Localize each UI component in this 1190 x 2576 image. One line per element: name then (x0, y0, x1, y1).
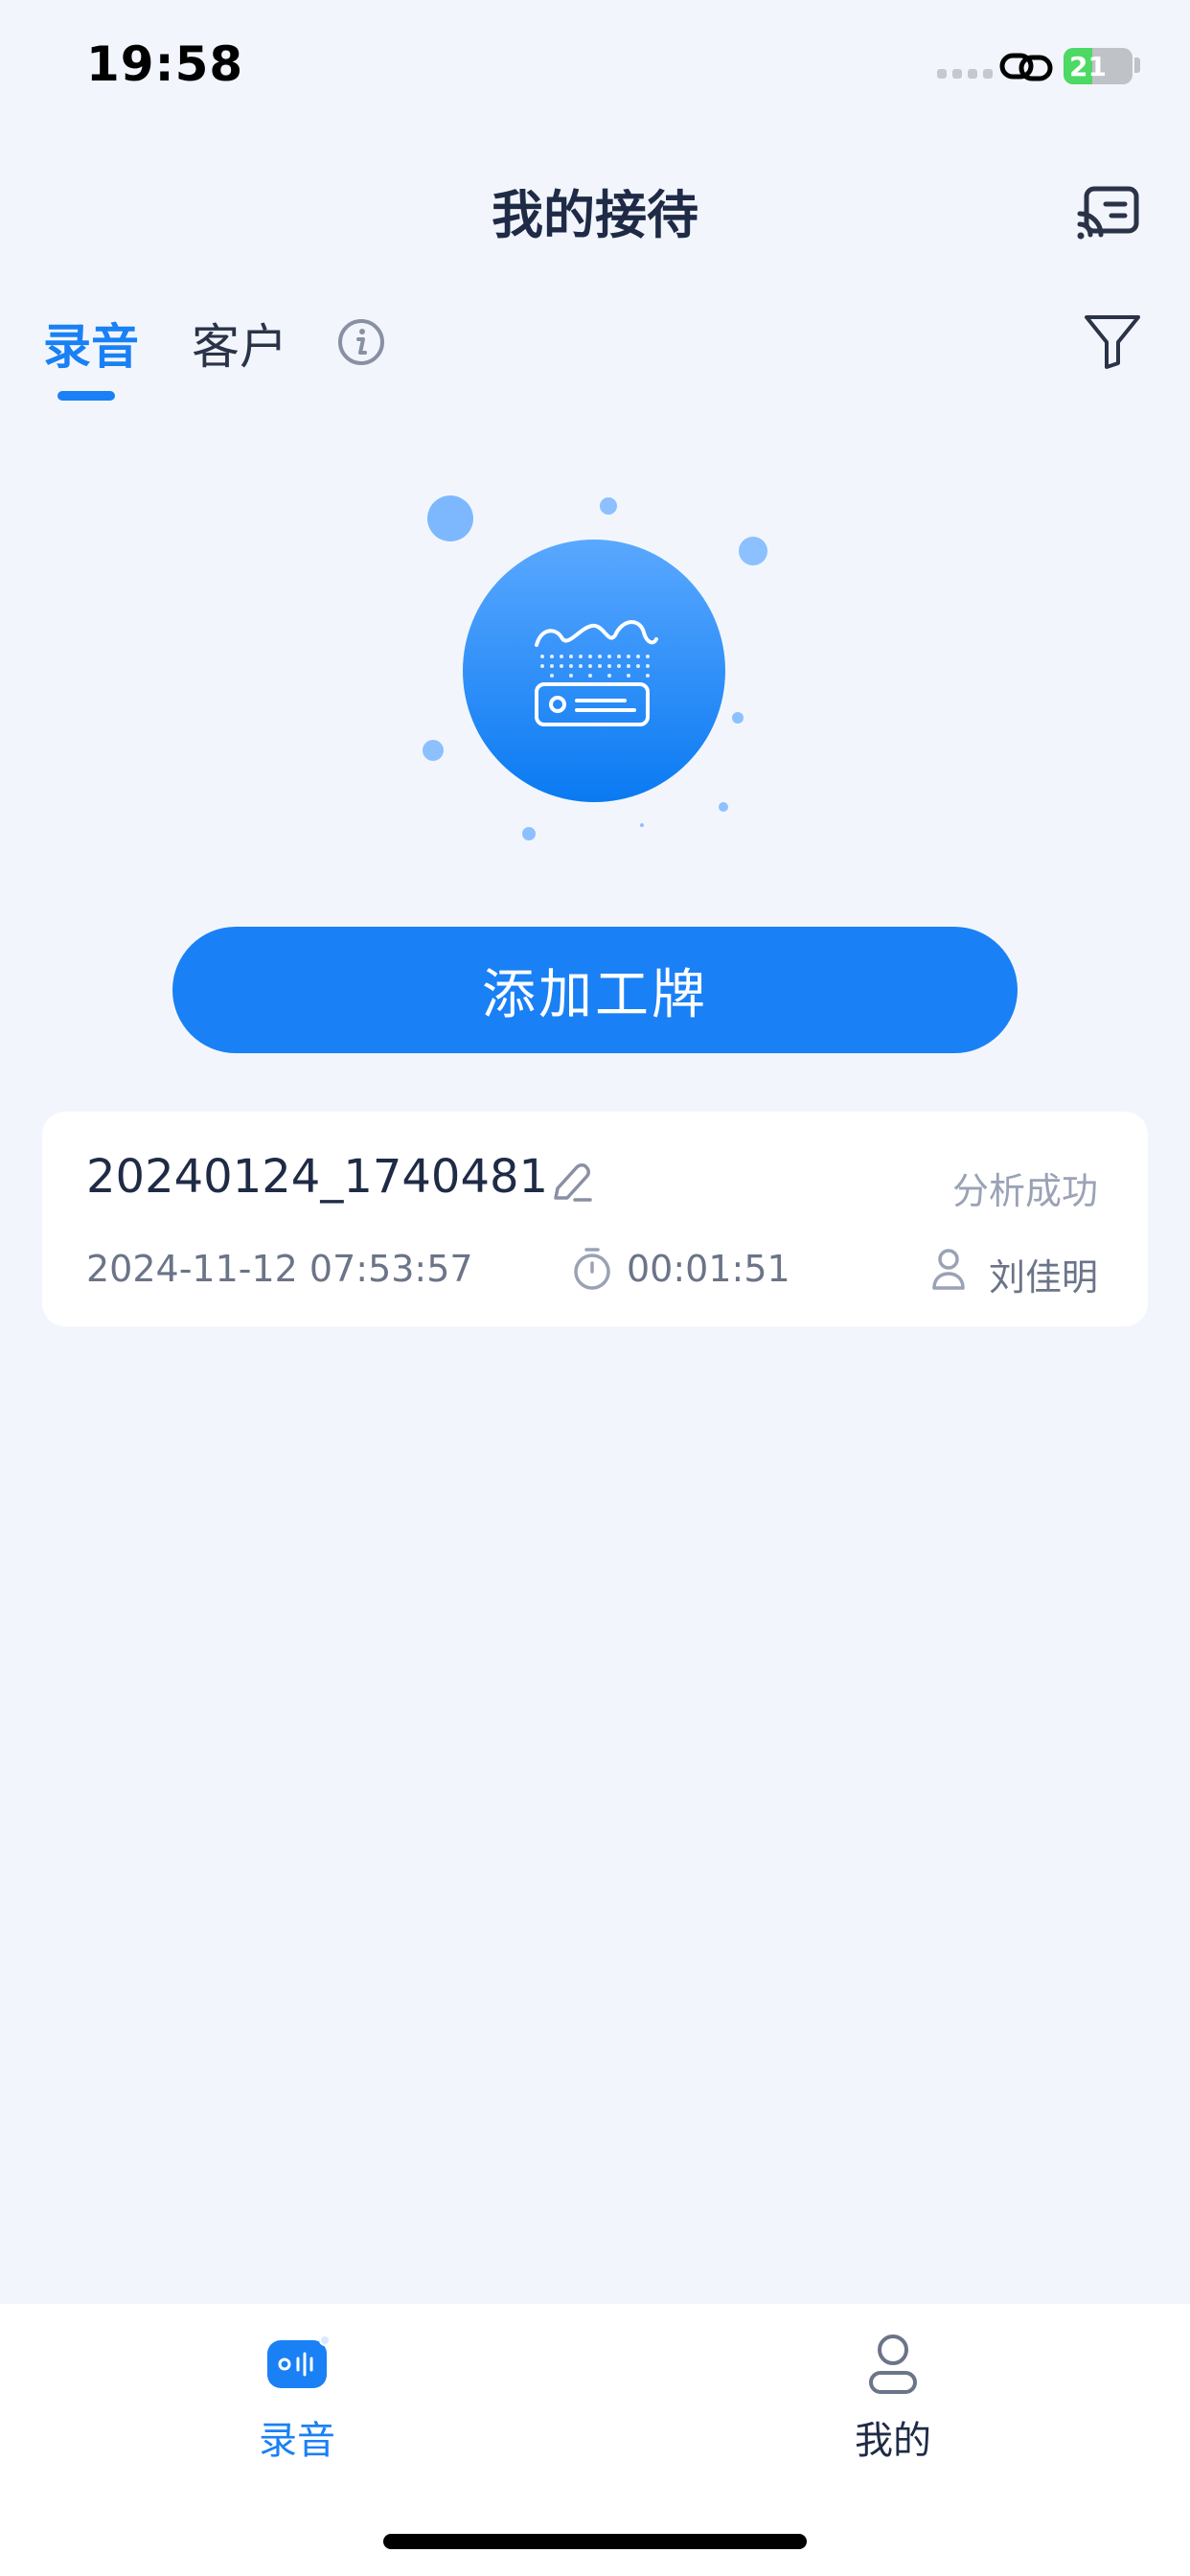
add-badge-button[interactable]: 添加工牌 (172, 927, 1018, 1053)
record-name: 20240124_1740481 (86, 1150, 549, 1204)
record-card[interactable]: 20240124_1740481 分析成功 2024-11-12 07:53:5… (42, 1112, 1148, 1326)
page-title: 我的接待 (492, 185, 698, 245)
record-owner: 刘佳明 (988, 1256, 1098, 1299)
tab-customer[interactable]: 客户 (192, 309, 287, 378)
nav-label-mine: 我的 (855, 2419, 931, 2463)
user-icon (869, 2334, 917, 2394)
battery-level: 21 (1069, 51, 1107, 82)
battery-icon: 21 (1064, 48, 1133, 84)
cellular-signal-icon (937, 69, 993, 79)
recorder-icon (267, 2334, 331, 2388)
info-icon[interactable] (337, 318, 385, 366)
nav-item-recording[interactable]: 录音 (182, 2331, 412, 2465)
user-icon (932, 1249, 965, 1290)
timer-icon (574, 1248, 610, 1290)
nav-label-recording: 录音 (259, 2419, 335, 2463)
voice-recorder-icon (423, 495, 767, 840)
edit-icon[interactable] (548, 1160, 594, 1206)
link-icon (999, 53, 1053, 81)
active-tab-indicator (57, 391, 115, 401)
status-time: 19:58 (86, 36, 244, 92)
nav-item-mine[interactable]: 我的 (778, 2331, 1008, 2465)
home-indicator (383, 2534, 807, 2549)
tab-recording[interactable]: 录音 (43, 309, 139, 378)
record-status: 分析成功 (951, 1170, 1098, 1212)
record-datetime: 2024-11-12 07:53:57 (86, 1248, 473, 1290)
record-duration: 00:01:51 (627, 1248, 790, 1290)
filter-icon[interactable] (1083, 311, 1142, 371)
cast-screen-icon[interactable] (1077, 185, 1140, 241)
battery-tip (1134, 58, 1140, 73)
